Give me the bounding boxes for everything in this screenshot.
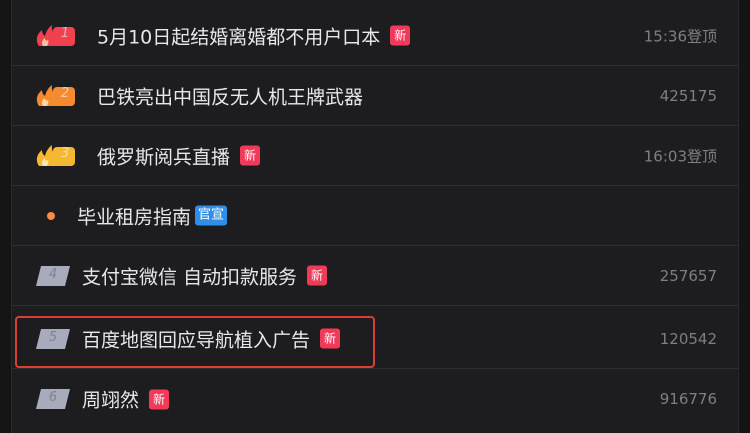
rank-number: 2 xyxy=(60,85,70,101)
list-item[interactable]: 1 5月10日起结婚离婚都不用户口本 新 15:36登顶 xyxy=(12,6,738,66)
new-badge: 新 xyxy=(307,265,328,286)
list-item[interactable]: 4 支付宝微信 自动扣款服务 新 257657 xyxy=(12,246,738,306)
rank-number: 3 xyxy=(60,145,70,161)
new-badge: 新 xyxy=(390,25,411,46)
list-item[interactable]: 6 周翊然 新 916776 xyxy=(12,369,738,429)
new-badge: 新 xyxy=(320,328,341,349)
topic-title: 周翊然 xyxy=(82,389,140,412)
topic-title: 毕业租房指南 xyxy=(77,206,192,228)
rank-1-fire-badge: 1 xyxy=(35,24,75,48)
rank-badge: 5 xyxy=(36,328,70,349)
rank-number: 5 xyxy=(48,329,58,345)
rank-2-fire-badge: 2 xyxy=(35,84,75,108)
topic-title: 支付宝微信 自动扣款服务 xyxy=(82,266,298,288)
rank-number: 6 xyxy=(48,390,58,405)
list-item-promoted[interactable]: 毕业租房指南 官宣 xyxy=(12,186,738,246)
topic-title: 5月10日起结婚离婚都不用户口本 xyxy=(97,26,381,48)
topic-heat: 16:03登顶 xyxy=(643,147,717,165)
hot-search-list: 1 5月10日起结婚离婚都不用户口本 新 15:36登顶 2 巴铁亮出中国反无人… xyxy=(11,0,739,433)
topic-heat: 120542 xyxy=(659,329,717,348)
official-badge: 官宣 xyxy=(195,205,228,226)
new-badge: 新 xyxy=(149,389,170,409)
topic-heat: 15:36登顶 xyxy=(643,27,717,45)
topic-title: 百度地图回应导航植入广告 xyxy=(82,329,311,351)
new-badge: 新 xyxy=(240,145,261,166)
list-item[interactable]: 3 俄罗斯阅兵直播 新 16:03登顶 xyxy=(12,126,738,186)
promoted-dot-icon xyxy=(47,211,55,220)
rank-number: 1 xyxy=(60,25,70,41)
list-item[interactable]: 2 巴铁亮出中国反无人机王牌武器 425175 xyxy=(12,66,738,126)
topic-title: 俄罗斯阅兵直播 xyxy=(97,146,231,168)
rank-3-fire-badge: 3 xyxy=(35,144,75,168)
topic-heat: 257657 xyxy=(659,266,717,285)
topic-title: 巴铁亮出中国反无人机王牌武器 xyxy=(97,86,364,108)
topic-heat: 916776 xyxy=(659,390,717,408)
rank-number: 4 xyxy=(48,266,58,282)
topic-heat: 425175 xyxy=(659,86,717,105)
rank-badge: 6 xyxy=(36,389,70,409)
list-item-highlighted[interactable]: 5 百度地图回应导航植入广告 新 120542 xyxy=(12,309,738,369)
rank-badge: 4 xyxy=(36,265,70,286)
